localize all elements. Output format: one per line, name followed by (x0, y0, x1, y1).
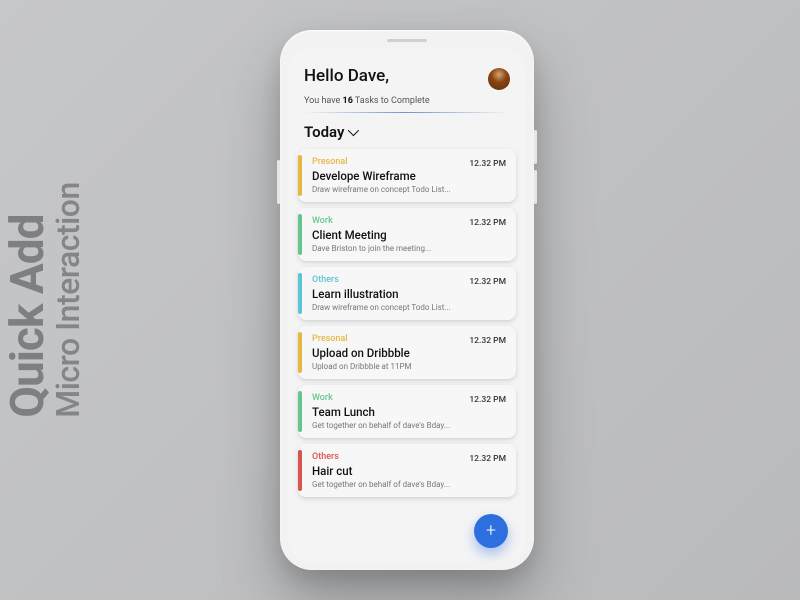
background-title-line2: Micro Interaction (52, 182, 86, 418)
task-desc: Draw wireframe on concept Todo List... (312, 303, 506, 312)
task-card[interactable]: Work Client Meeting Dave Briston to join… (298, 208, 516, 261)
task-desc: Draw wireframe on concept Todo List... (312, 185, 506, 194)
filter-label: Today (304, 123, 344, 141)
task-card[interactable]: Work Team Lunch Get together on behalf o… (298, 385, 516, 438)
category-stripe (298, 332, 302, 373)
header: Hello Dave, (288, 66, 526, 90)
category-stripe (298, 450, 302, 491)
task-list: Presonal Develope Wireframe Draw wirefra… (288, 149, 526, 513)
avatar[interactable] (488, 68, 510, 90)
task-time: 12.32 PM (469, 336, 506, 346)
task-title: Client Meeting (312, 228, 506, 242)
task-time: 12.32 PM (469, 159, 506, 169)
task-card[interactable]: Presonal Upload on Dribbble Upload on Dr… (298, 326, 516, 379)
task-card[interactable]: Others Learn illustration Draw wireframe… (298, 267, 516, 320)
task-card[interactable]: Presonal Develope Wireframe Draw wirefra… (298, 149, 516, 202)
divider (304, 112, 510, 113)
task-desc: Upload on Dribbble at 11PM (312, 362, 506, 371)
category-stripe (298, 391, 302, 432)
category-stripe (298, 155, 302, 196)
greeting: Hello Dave, (304, 66, 389, 86)
task-summary-suffix: Tasks to Complete (353, 96, 430, 106)
phone-side-button (534, 170, 537, 204)
background-title: Quick Add Micro Interaction (4, 182, 86, 418)
screen: Hello Dave, You have 16 Tasks to Complet… (288, 48, 526, 562)
phone-side-button (277, 160, 280, 204)
task-time: 12.32 PM (469, 277, 506, 287)
task-title: Upload on Dribbble (312, 346, 506, 360)
task-desc: Get together on behalf of dave's Bday... (312, 480, 506, 489)
phone-frame: Hello Dave, You have 16 Tasks to Complet… (280, 30, 534, 570)
task-desc: Get together on behalf of dave's Bday... (312, 421, 506, 430)
phone-side-button (534, 130, 537, 164)
plus-icon: + (486, 522, 496, 540)
background-title-line1: Quick Add (4, 182, 52, 418)
task-time: 12.32 PM (469, 218, 506, 228)
task-count: 16 (343, 96, 353, 106)
task-title: Team Lunch (312, 405, 506, 419)
task-title: Hair cut (312, 464, 506, 478)
add-task-button[interactable]: + (474, 514, 508, 548)
filter-dropdown[interactable]: Today (288, 113, 526, 149)
category-stripe (298, 273, 302, 314)
task-card[interactable]: Others Hair cut Get together on behalf o… (298, 444, 516, 497)
task-title: Develope Wireframe (312, 169, 506, 183)
task-summary: You have 16 Tasks to Complete (288, 90, 526, 106)
task-desc: Dave Briston to join the meeting... (312, 244, 506, 253)
task-time: 12.32 PM (469, 454, 506, 464)
task-time: 12.32 PM (469, 395, 506, 405)
category-stripe (298, 214, 302, 255)
chevron-down-icon (348, 125, 359, 136)
task-title: Learn illustration (312, 287, 506, 301)
task-summary-prefix: You have (304, 96, 343, 106)
